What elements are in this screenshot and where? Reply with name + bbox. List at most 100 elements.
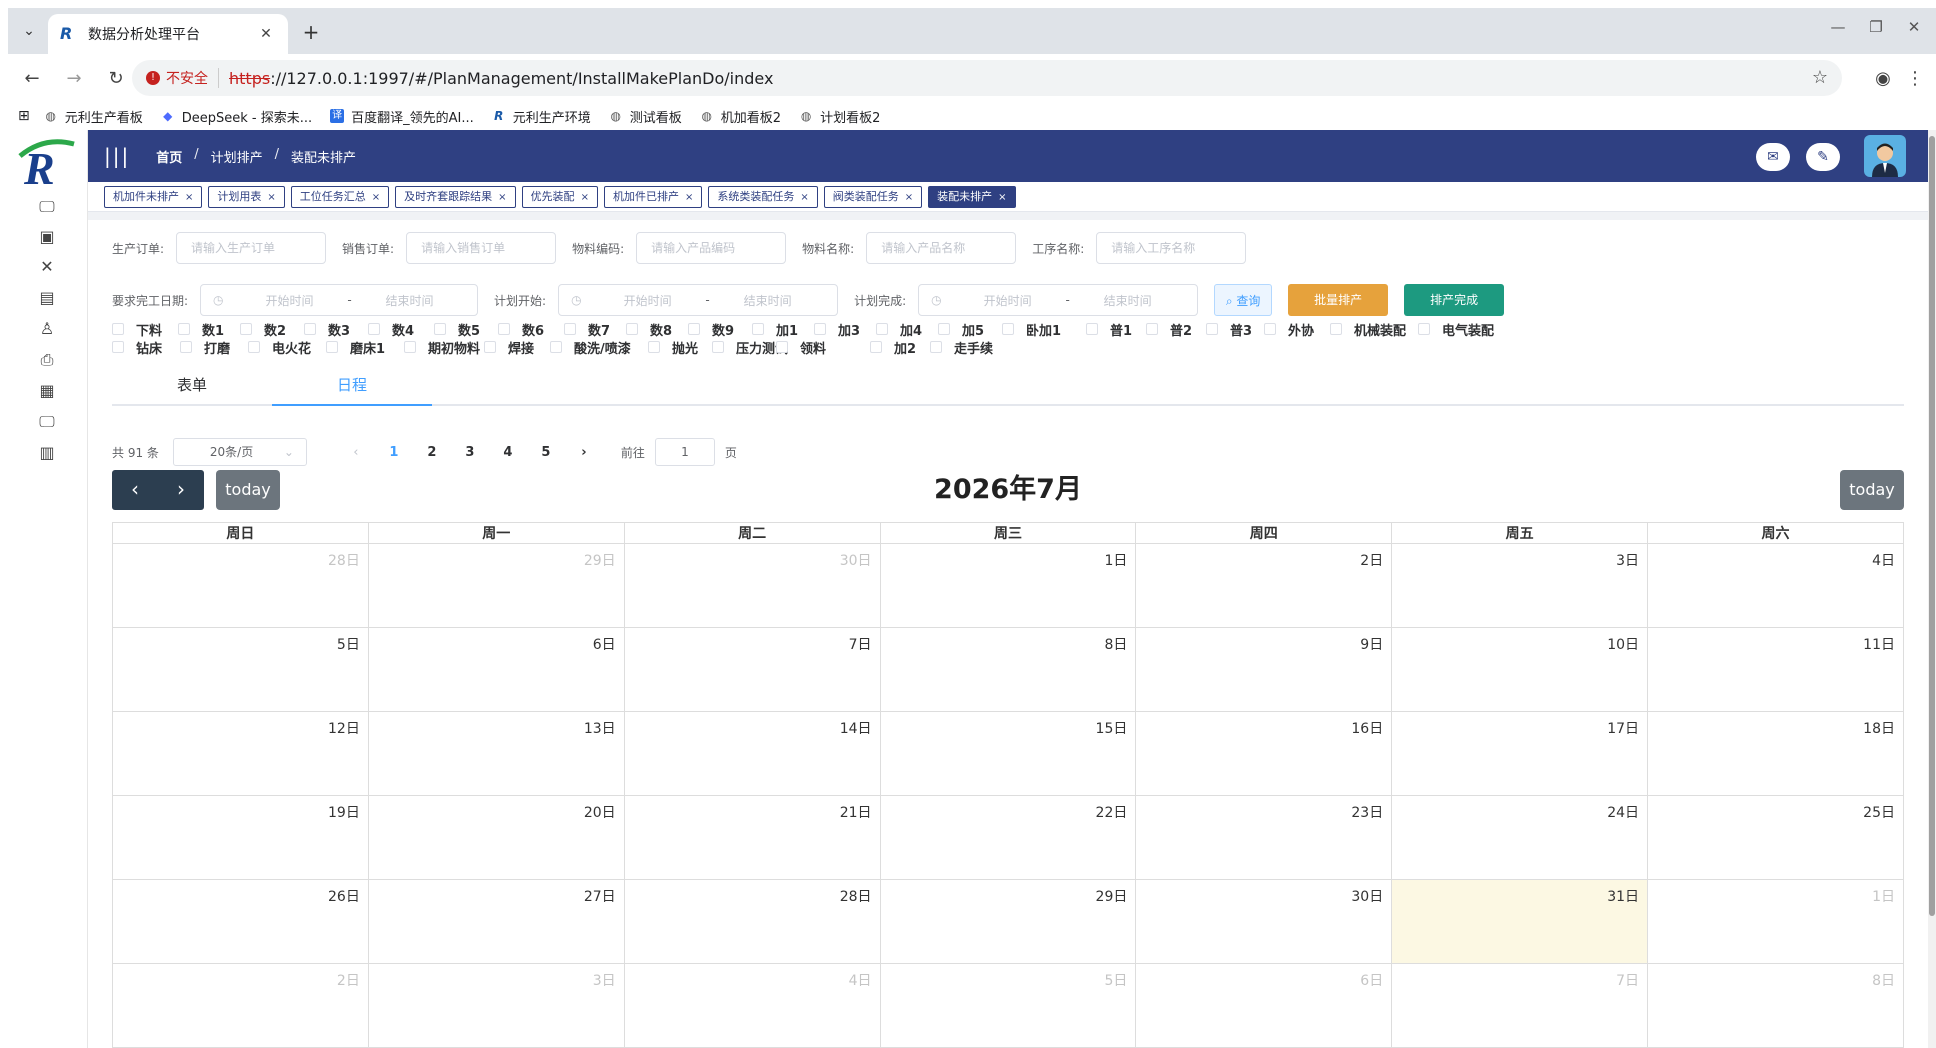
new-tab-button[interactable]: + <box>298 20 324 46</box>
checkbox-box[interactable] <box>498 323 510 335</box>
process-checkbox[interactable]: 加2 <box>870 338 916 357</box>
page-scrollbar[interactable] <box>1928 130 1936 1048</box>
checkbox-box[interactable] <box>1086 323 1098 335</box>
process-checkbox[interactable]: 数8 <box>626 320 672 339</box>
plan-start-range[interactable]: ◷ 开始时间 - 结束时间 <box>558 284 839 316</box>
checkbox-box[interactable] <box>752 323 764 335</box>
process-checkbox[interactable]: 电气装配 <box>1418 320 1494 339</box>
calendar-day-cell[interactable]: 11日 <box>1647 627 1904 712</box>
process-checkbox[interactable]: 领料 <box>776 338 826 357</box>
restore-icon[interactable]: ❐ <box>1856 18 1896 36</box>
process-checkbox[interactable]: 数4 <box>368 320 414 339</box>
process-checkbox[interactable]: 钻床 <box>112 338 162 357</box>
sales-order-input[interactable]: 请输入销售订单 <box>406 232 557 264</box>
bookmark-item[interactable]: ◍ 元利生产看板 <box>44 107 142 126</box>
checkbox-box[interactable] <box>326 341 338 353</box>
next-page-icon[interactable]: › <box>565 445 603 460</box>
close-tab-icon[interactable]: ✕ <box>256 26 276 42</box>
calendar-day-cell[interactable]: 5日 <box>879 963 1137 1048</box>
tag-item-active[interactable]: 装配未排产 × <box>928 185 1016 208</box>
process-checkbox[interactable]: 数3 <box>304 320 350 339</box>
close-icon[interactable]: × <box>998 192 1006 203</box>
tag-item[interactable]: 机加件已排产 × <box>603 185 703 208</box>
calendar-day-cell[interactable]: 13日 <box>367 711 625 796</box>
calendar-day-cell[interactable]: 3日 <box>1391 543 1649 628</box>
bookmark-item[interactable]: R 元利生产环境 <box>492 107 591 126</box>
process-checkbox[interactable]: 加1 <box>752 320 798 339</box>
bookmark-item[interactable]: ◍ 测试看板 <box>609 107 682 126</box>
checkbox-box[interactable] <box>1264 323 1276 335</box>
tag-item[interactable]: 及时齐套跟踪结果 × <box>395 185 516 208</box>
batch-schedule-button[interactable]: 批量排产 <box>1288 284 1389 316</box>
breadcrumb-item[interactable]: 计划排产 <box>211 147 263 166</box>
next-month-icon[interactable]: › <box>158 470 204 510</box>
profile-icon[interactable]: ◉ <box>1868 64 1898 94</box>
checkbox-box[interactable] <box>1418 323 1430 335</box>
user-icon[interactable]: ♙ <box>36 318 58 340</box>
checkbox-box[interactable] <box>304 323 316 335</box>
checkbox-box[interactable] <box>550 341 562 353</box>
checkbox-box[interactable] <box>688 323 700 335</box>
process-checkbox[interactable]: 加3 <box>814 320 860 339</box>
process-checkbox[interactable]: 数5 <box>434 320 480 339</box>
checkbox-box[interactable] <box>776 341 788 353</box>
address-bar[interactable]: ! 不安全 https://127.0.0.1:1997/#/PlanManage… <box>132 60 1842 96</box>
bookmark-star-icon[interactable]: ☆ <box>1812 67 1828 88</box>
process-checkbox[interactable]: 普1 <box>1086 320 1132 339</box>
avatar[interactable] <box>1864 135 1906 177</box>
tag-item[interactable]: 机加件未排产 × <box>104 185 203 208</box>
scrollbar-thumb[interactable] <box>1929 136 1935 916</box>
calendar-day-cell[interactable]: 12日 <box>112 711 369 796</box>
checkbox-box[interactable] <box>112 323 124 335</box>
browser-tab[interactable]: R 数据分析处理平台 ✕ <box>48 14 288 54</box>
tag-item[interactable]: 阀类装配任务 × <box>823 185 923 208</box>
tab-schedule[interactable]: 日程 <box>272 370 432 406</box>
prev-month-icon[interactable]: ‹ <box>112 470 158 510</box>
bookmark-item[interactable]: 译百度翻译_领先的AI... <box>330 107 474 126</box>
today-button-right[interactable]: today <box>1840 470 1904 510</box>
prev-page-icon[interactable]: ‹ <box>337 445 375 460</box>
bookmark-item[interactable]: ◆ DeepSeek - 探索未... <box>161 107 312 126</box>
page-number[interactable]: 5 <box>527 445 565 460</box>
process-checkbox[interactable]: 加5 <box>938 320 984 339</box>
checkbox-box[interactable] <box>876 323 888 335</box>
calendar-icon[interactable]: ▥ <box>36 442 58 464</box>
calendar-day-cell[interactable]: 6日 <box>1135 963 1393 1048</box>
calendar-day-cell[interactable]: 29日 <box>367 543 625 628</box>
tag-item[interactable]: 计划用表 × <box>208 185 285 208</box>
calendar-day-cell[interactable]: 10日 <box>1391 627 1649 712</box>
checkbox-box[interactable] <box>648 341 660 353</box>
calendar-day-cell[interactable]: 15日 <box>879 711 1137 796</box>
page-size-select[interactable]: 20条/页 ⌄ <box>172 438 307 466</box>
menu-icon[interactable]: ⋮ <box>1900 64 1930 94</box>
material-code-input[interactable]: 请输入产品编码 <box>636 232 787 264</box>
calendar-day-cell[interactable]: 29日 <box>879 879 1137 964</box>
list-icon[interactable]: ▤ <box>36 287 58 309</box>
calendar-day-cell[interactable]: 22日 <box>879 795 1137 880</box>
calendar-day-cell[interactable]: 2日 <box>1135 543 1393 628</box>
close-window-icon[interactable]: ✕ <box>1894 18 1934 36</box>
process-checkbox[interactable]: 加4 <box>876 320 922 339</box>
close-icon[interactable]: × <box>685 192 693 203</box>
calendar-day-cell[interactable]: 4日 <box>1647 543 1904 628</box>
calendar-day-cell[interactable]: 27日 <box>367 879 625 964</box>
material-name-input[interactable]: 请输入产品名称 <box>866 232 1017 264</box>
checkbox-box[interactable] <box>178 323 190 335</box>
calendar-day-cell[interactable]: 1日 <box>879 543 1137 628</box>
calendar-day-cell[interactable]: 18日 <box>1647 711 1904 796</box>
goto-page-input[interactable]: 1 <box>654 438 715 466</box>
process-checkbox[interactable]: 抛光 <box>648 338 698 357</box>
forward-icon[interactable]: → <box>56 60 92 96</box>
checkbox-box[interactable] <box>870 341 882 353</box>
process-checkbox[interactable]: 数9 <box>688 320 734 339</box>
due-date-range[interactable]: ◷ 开始时间 - 结束时间 <box>200 284 479 316</box>
back-icon[interactable]: ← <box>14 60 50 96</box>
breadcrumb-home[interactable]: 首页 <box>156 147 182 166</box>
security-warning[interactable]: ! 不安全 <box>146 68 208 88</box>
checkbox-box[interactable] <box>434 323 446 335</box>
calendar-day-cell[interactable]: 6日 <box>367 627 625 712</box>
bookmark-item[interactable]: ◍ 计划看板2 <box>799 107 881 126</box>
calendar-day-cell[interactable]: 25日 <box>1647 795 1904 880</box>
calendar-day-cell[interactable]: 3日 <box>367 963 625 1048</box>
checkbox-box[interactable] <box>1002 323 1014 335</box>
